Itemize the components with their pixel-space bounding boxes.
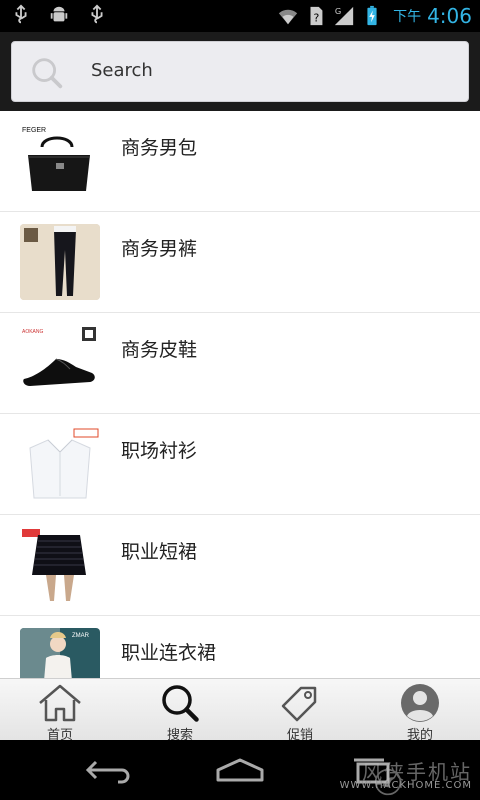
business-bag-thumbnail: FEGER <box>20 123 100 199</box>
home-nav-icon[interactable] <box>214 756 266 784</box>
svg-text:AOKANG: AOKANG <box>22 329 44 335</box>
search-input[interactable]: Search <box>11 41 469 102</box>
watermark-url: WWW.HACKHOME.COM <box>339 780 472 791</box>
svg-text:ZMAR: ZMAR <box>72 633 90 639</box>
search-header: Search <box>0 32 480 111</box>
list-item-label: 商务皮鞋 <box>121 339 198 361</box>
usb-icon <box>15 4 27 24</box>
system-nav-bar: 风侠手机站 WWW.HACKHOME.COM <box>0 740 480 800</box>
business-trousers-thumbnail <box>20 224 100 300</box>
list-item-label: 职业连衣裙 <box>121 642 217 664</box>
svg-text:G: G <box>335 6 341 16</box>
wifi-icon <box>278 9 298 25</box>
usb-icon <box>91 4 103 24</box>
list-item-label: 商务男裤 <box>121 238 198 260</box>
list-item-label: 职场衬衫 <box>121 440 198 462</box>
list-item-business-trousers[interactable]: 商务男裤 <box>0 212 480 313</box>
profile-icon <box>401 684 439 722</box>
list-item-label: 商务男包 <box>121 137 198 159</box>
clock-ampm: 下午 <box>393 9 422 25</box>
clock-time: 4:06 <box>427 4 472 28</box>
system-icons: ? G 下午 4:06 <box>277 0 472 32</box>
svg-text:?: ? <box>314 12 320 25</box>
list-item-office-dress[interactable]: ZMAR 职业连衣裙 <box>0 616 480 678</box>
status-bar: ? G 下午 4:06 <box>0 0 480 32</box>
list-item-office-skirt[interactable]: 职业短裙 <box>0 515 480 616</box>
back-icon[interactable] <box>82 756 134 784</box>
search-icon <box>162 685 199 722</box>
svg-text:FEGER: FEGER <box>22 127 46 134</box>
office-skirt-thumbnail <box>20 527 100 603</box>
leather-shoes-thumbnail: AOKANG <box>20 325 100 401</box>
search-icon <box>32 58 63 89</box>
sim-unknown-icon: ? <box>310 6 323 26</box>
list-item-office-shirt[interactable]: 职场衬衫 <box>0 414 480 515</box>
category-list: FEGER 商务男包 商务男裤 AOKANG 商务皮鞋 职场衬衫 职业短裙 ZM… <box>0 111 480 678</box>
tab-promotions[interactable]: 促销 <box>240 679 360 743</box>
notification-icons <box>10 4 108 26</box>
list-item-business-bag[interactable]: FEGER 商务男包 <box>0 111 480 212</box>
home-icon <box>39 684 81 722</box>
tab-profile[interactable]: 我的 <box>360 679 480 743</box>
office-shirt-thumbnail <box>20 426 100 502</box>
signal-g-icon: G <box>334 6 354 26</box>
list-item-label: 职业短裙 <box>121 541 198 563</box>
bottom-tab-bar: 首页 搜索 促销 我的 <box>0 678 480 743</box>
search-placeholder: Search <box>91 60 153 81</box>
android-debug-icon <box>50 6 68 22</box>
office-dress-thumbnail: ZMAR <box>20 628 100 678</box>
tab-home[interactable]: 首页 <box>0 679 120 743</box>
list-item-leather-shoes[interactable]: AOKANG 商务皮鞋 <box>0 313 480 414</box>
battery-charging-icon <box>367 5 377 26</box>
tab-search[interactable]: 搜索 <box>120 679 240 743</box>
tag-icon <box>281 686 317 722</box>
